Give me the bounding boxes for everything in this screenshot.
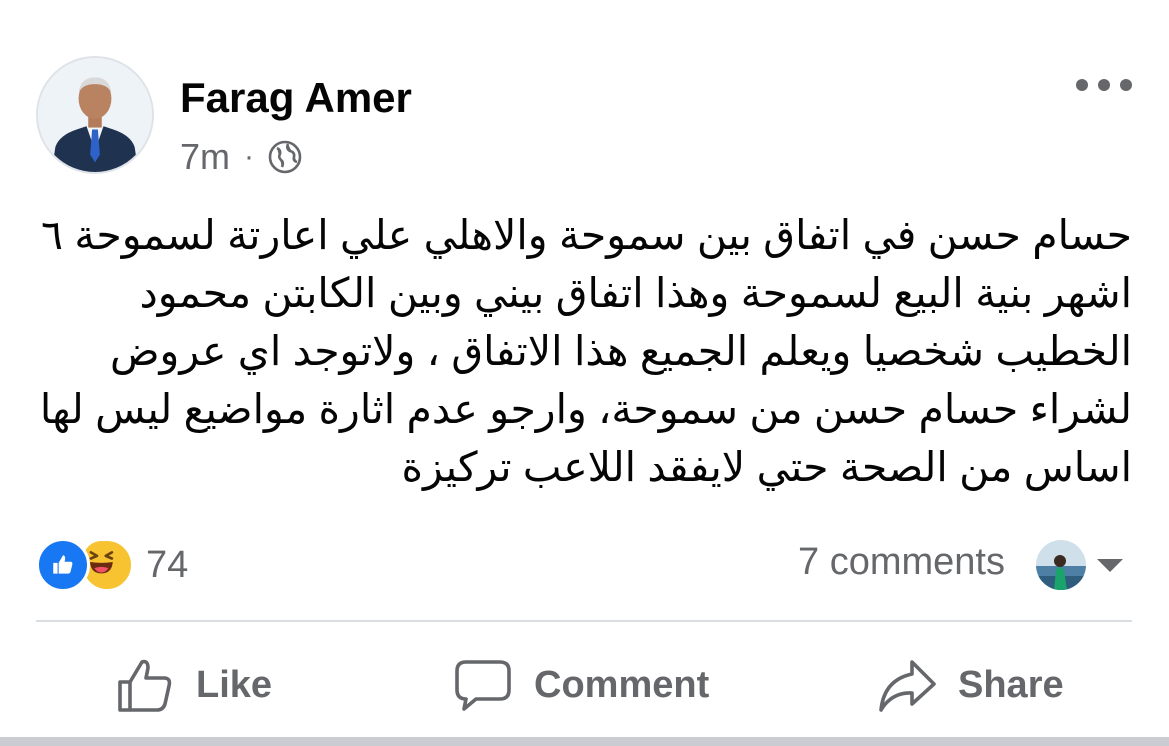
comments-count[interactable]: 7 comments <box>798 541 1005 584</box>
divider <box>36 620 1132 622</box>
chevron-down-icon[interactable] <box>1097 559 1123 572</box>
thumbs-up-icon <box>118 659 172 712</box>
post-meta: 7m · <box>180 134 302 180</box>
reaction-count: 74 <box>146 543 189 586</box>
more-dot <box>1120 79 1132 91</box>
more-dot <box>1098 79 1110 91</box>
share-label: Share <box>958 663 1064 706</box>
facebook-post: Farag Amer 7m · حسام حسن في اتفاق بين سم… <box>0 0 1169 746</box>
more-options-icon[interactable] <box>1076 70 1132 100</box>
comment-bubble-icon <box>455 660 511 711</box>
feed-separator <box>0 737 1169 746</box>
more-dot <box>1076 79 1088 91</box>
comment-label: Comment <box>534 663 710 706</box>
globe-icon[interactable] <box>268 140 302 174</box>
share-arrow-icon <box>879 660 936 712</box>
like-button[interactable]: Like <box>114 640 272 730</box>
author-avatar[interactable] <box>36 56 154 174</box>
author-photo <box>38 58 152 172</box>
post-timestamp[interactable]: 7m <box>180 136 230 178</box>
action-bar: Like Comment Share <box>0 640 1169 730</box>
comment-button[interactable]: Comment <box>452 640 709 730</box>
meta-separator: · <box>244 140 255 173</box>
commenter-photo <box>1036 540 1086 590</box>
author-name[interactable]: Farag Amer <box>180 74 412 122</box>
commenter-avatar[interactable] <box>1036 540 1086 590</box>
like-label: Like <box>196 663 273 706</box>
post-text: حسام حسن في اتفاق بين سموحة والاهلي علي … <box>39 212 1132 490</box>
like-reaction-icon <box>36 538 90 592</box>
share-button[interactable]: Share <box>876 640 1064 730</box>
reactions-summary[interactable]: 74 <box>36 538 189 592</box>
